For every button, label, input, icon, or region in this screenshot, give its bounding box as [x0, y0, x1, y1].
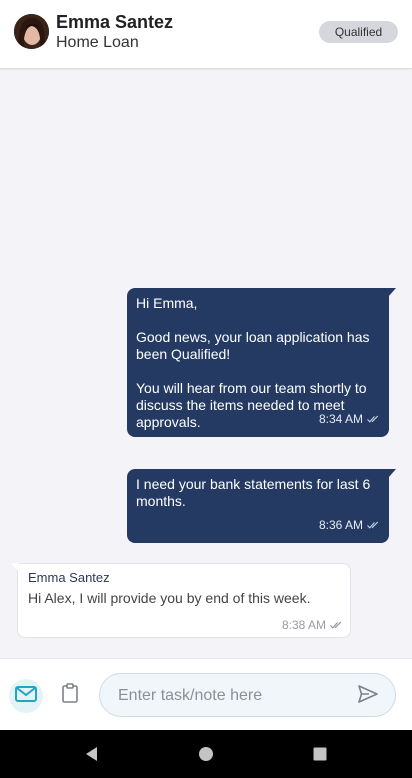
message-time: 8:34 AM — [318, 412, 363, 426]
send-button[interactable] — [357, 684, 379, 708]
chat-header: Emma Santez Home Loan Qualified — [0, 0, 412, 69]
avatar[interactable] — [14, 14, 49, 49]
message-meta: 8:36 AM — [319, 517, 379, 534]
note-input[interactable] — [118, 684, 338, 708]
send-icon — [358, 684, 378, 708]
mail-icon — [15, 685, 37, 707]
message-incoming[interactable]: Emma Santez Hi Alex, I will provide you … — [11, 563, 351, 638]
loan-type: Home Loan — [56, 34, 139, 51]
message-sender: Emma Santez — [28, 570, 110, 585]
message-meta: 8:38 AM — [282, 618, 342, 632]
message-list[interactable]: Hi Emma, Good news, your loan applicatio… — [0, 70, 412, 658]
message-outgoing[interactable]: Hi Emma, Good news, your loan applicatio… — [127, 288, 396, 437]
message-text: Hi Alex, I will provide you by end of th… — [28, 590, 311, 606]
double-check-icon — [367, 411, 379, 428]
message-outgoing[interactable]: I need your bank statements for last 6 m… — [127, 469, 396, 543]
contact-name: Emma Santez — [56, 12, 174, 32]
clipboard-icon — [62, 682, 78, 708]
back-icon[interactable] — [84, 746, 100, 762]
note-field — [99, 673, 396, 717]
composer-bar — [0, 658, 412, 730]
message-time: 8:36 AM — [318, 518, 363, 532]
message-meta: 8:34 AM — [319, 411, 379, 428]
mail-button[interactable] — [9, 679, 43, 713]
double-check-icon — [367, 517, 379, 534]
system-nav-bar — [0, 730, 412, 778]
double-check-icon — [330, 618, 342, 632]
note-button[interactable] — [58, 682, 82, 708]
message-time: 8:38 AM — [281, 618, 326, 632]
message-text: I need your bank statements for last 6 m… — [136, 476, 371, 509]
recents-icon[interactable] — [312, 746, 328, 762]
status-badge[interactable]: Qualified — [319, 21, 398, 43]
home-icon[interactable] — [198, 746, 214, 762]
